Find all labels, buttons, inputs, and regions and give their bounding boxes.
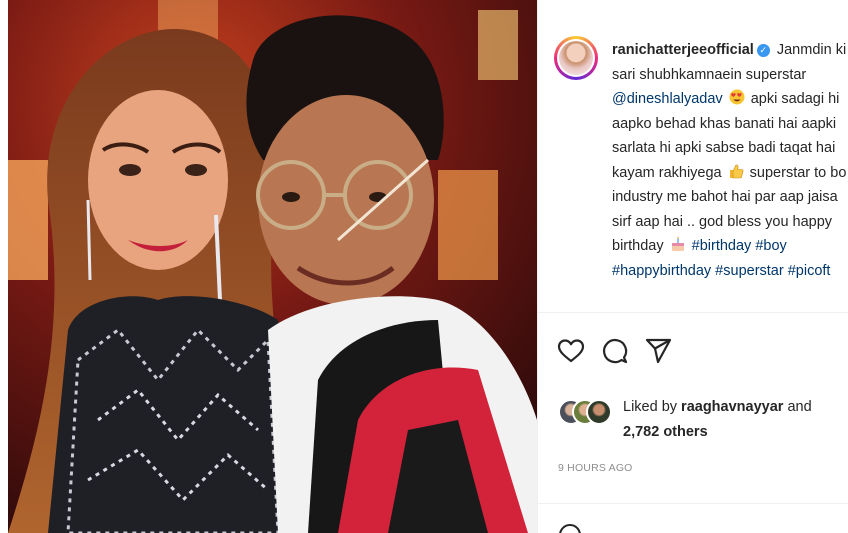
caption-text: Janmdin ki — [772, 42, 847, 58]
post-caption: ranichatterjeeofficial ✓ Janmdin ki sari … — [612, 38, 848, 283]
avatar — [586, 399, 612, 425]
caption-line: kayam rakhiyega superstar to bo — [612, 161, 848, 186]
post-timestamp[interactable]: 9 HOURS AGO — [558, 462, 633, 474]
liker-avatars[interactable] — [558, 399, 618, 429]
share-icon[interactable] — [644, 336, 674, 366]
likes-prefix: Liked by — [623, 399, 682, 415]
username-link[interactable]: ranichatterjeeofficial — [612, 42, 754, 58]
emoji-picker-icon[interactable] — [558, 523, 582, 533]
hashtag-link[interactable]: #birthday #boy — [688, 238, 787, 254]
caption-line: birthday #birthday #boy — [612, 234, 848, 259]
caption-text: sirf aap hai .. god bless you happy — [612, 213, 833, 230]
caption-text: superstar to bo — [745, 164, 847, 181]
heart-icon[interactable] — [556, 336, 586, 366]
divider — [538, 312, 848, 313]
likes-others-link[interactable]: 2,782 others — [623, 424, 708, 440]
caption-line: #happybirthday #superstar #picoft — [612, 259, 848, 284]
caption-line: sari shubhkamnaein superstar — [612, 63, 848, 88]
caption-line: sirf aap hai .. god bless you happy — [612, 210, 848, 235]
hashtag-link[interactable]: #happybirthday #superstar #picoft — [612, 263, 830, 279]
caption-text: apki sadagi hi — [746, 91, 840, 107]
caption-line: aapko behad khas banati hai aapki — [612, 112, 848, 137]
caption-text: birthday — [612, 238, 664, 254]
caption-line: @dineshlalyadav apki sadagi hi — [612, 87, 848, 112]
likes-and: and — [783, 399, 812, 415]
caption-line: ranichatterjeeofficial ✓ Janmdin ki — [612, 38, 848, 63]
comment-icon[interactable] — [600, 336, 630, 366]
post-sidebar: ranichatterjeeofficial ✓ Janmdin ki sari … — [537, 0, 848, 533]
verified-badge-icon: ✓ — [756, 44, 770, 57]
caption-text: industry me bahot hai par aap jaisa — [612, 189, 838, 205]
caption-text: sari shubhkamnaein superstar — [612, 66, 807, 83]
caption-line: industry me bahot hai par aap jaisa — [612, 185, 848, 210]
caption-line: sarlata hi apki sabse badi taqat hai — [612, 136, 848, 161]
caption-text: aapko behad khas banati hai aapki — [612, 115, 837, 132]
caption-text: kayam rakhiyega — [612, 164, 722, 181]
liker-username-link[interactable]: raaghavnayyar — [681, 399, 783, 415]
divider — [538, 503, 848, 504]
birthday-cake-emoji-icon — [671, 236, 684, 251]
heart-eyes-emoji-icon — [729, 89, 745, 105]
mention-link[interactable]: @dineshlalyadav — [612, 91, 723, 107]
post-photo[interactable] — [8, 0, 537, 533]
avatar[interactable] — [554, 36, 598, 80]
thumbs-up-emoji-icon — [729, 164, 744, 178]
caption-text: sarlata hi apki sabse badi taqat hai — [612, 140, 836, 156]
post-photo-image — [8, 0, 537, 533]
likes-summary: Liked by raaghavnayyar and 2,782 others — [623, 395, 843, 445]
